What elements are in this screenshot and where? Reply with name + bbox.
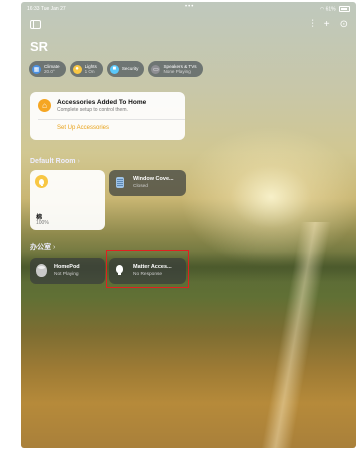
pill-sub: 20.0° [44, 69, 55, 74]
highlight-box [106, 250, 189, 288]
waveform-icon[interactable]: ⫶ [311, 19, 314, 30]
room-header-office[interactable]: 办公室 › [30, 242, 55, 252]
pill-climate[interactable]: ▦ Climate 20.0° [29, 61, 66, 77]
status-date: Tue Jan 27 [40, 6, 66, 12]
pill-label: Lights [84, 63, 97, 69]
sidebar-toggle-icon[interactable] [30, 20, 41, 29]
pill-speakers[interactable]: ▭ Speakers & TVs None Playing [148, 61, 203, 77]
window-blinds-icon [116, 177, 124, 188]
toolbar-actions: ⫶ + ⊙ [311, 19, 348, 30]
accessory-status: Closed [133, 184, 148, 189]
room-name: 办公室 [30, 244, 51, 251]
lock-icon: ■ [109, 64, 119, 74]
status-right: ◠ 61% [320, 6, 350, 12]
card-divider [38, 119, 185, 120]
pill-sub: None Playing [163, 69, 191, 74]
battery-icon [339, 6, 350, 12]
accessory-status: 100% [36, 220, 49, 226]
pill-sub: 1 On [84, 69, 95, 74]
accessory-name: HomePod [54, 264, 80, 270]
accessory-name: Window Cove... [133, 176, 174, 182]
chevron-right-icon: › [77, 158, 80, 165]
category-pills: ▦ Climate 20.0° ● Lights 1 On ■ Security… [29, 61, 203, 77]
battery-percent: 61% [325, 6, 336, 13]
card-subtitle: Complete setup to control them. [57, 107, 128, 113]
home-icon: ⌂ [38, 99, 51, 112]
accessory-status: Not Playing [54, 272, 79, 277]
setup-accessories-button[interactable]: Set Up Accessories [57, 125, 109, 131]
accessory-tile-light-on[interactable]: 棉 100% [30, 170, 105, 230]
homepod-icon [36, 264, 47, 277]
lightbulb-icon: ● [72, 64, 82, 74]
status-bar: 16:33 Tue Jan 27 ••• ◠ 61% [27, 4, 350, 14]
pill-security[interactable]: ■ Security [106, 61, 145, 77]
background-road-glow [211, 222, 356, 448]
wifi-icon: ◠ [319, 6, 325, 13]
ellipsis-circle-icon[interactable]: ⊙ [340, 19, 348, 30]
room-name: Default Room [30, 158, 76, 165]
accessory-tile-window-covering[interactable]: Window Cove... Closed [109, 170, 186, 196]
pill-label: Speakers & TVs [163, 63, 197, 69]
pill-label: Climate [44, 63, 60, 69]
pill-label: Security [121, 66, 139, 72]
accessory-tile-homepod[interactable]: HomePod Not Playing [30, 258, 105, 284]
pill-lights[interactable]: ● Lights 1 On [69, 61, 103, 77]
tv-icon: ▭ [151, 64, 161, 74]
status-time: 16:33 Tue Jan 27 [27, 6, 66, 12]
multitask-dots[interactable]: ••• [185, 4, 194, 10]
card-title: Accessories Added To Home [57, 99, 147, 106]
plus-icon[interactable]: + [324, 19, 330, 30]
home-title: SR [30, 39, 49, 54]
ipad-home-screen: 16:33 Tue Jan 27 ••• ◠ 61% ⫶ + ⊙ SR ▦ Cl… [21, 2, 356, 448]
status-clock: 16:33 [27, 6, 40, 12]
room-header-default[interactable]: Default Room › [30, 158, 80, 165]
chevron-right-icon: › [53, 244, 56, 251]
climate-icon: ▦ [32, 64, 41, 74]
accessories-added-card: ⌂ Accessories Added To Home Complete set… [30, 92, 185, 140]
lightbulb-icon [35, 175, 48, 188]
top-bar: ⫶ + ⊙ [21, 19, 356, 33]
